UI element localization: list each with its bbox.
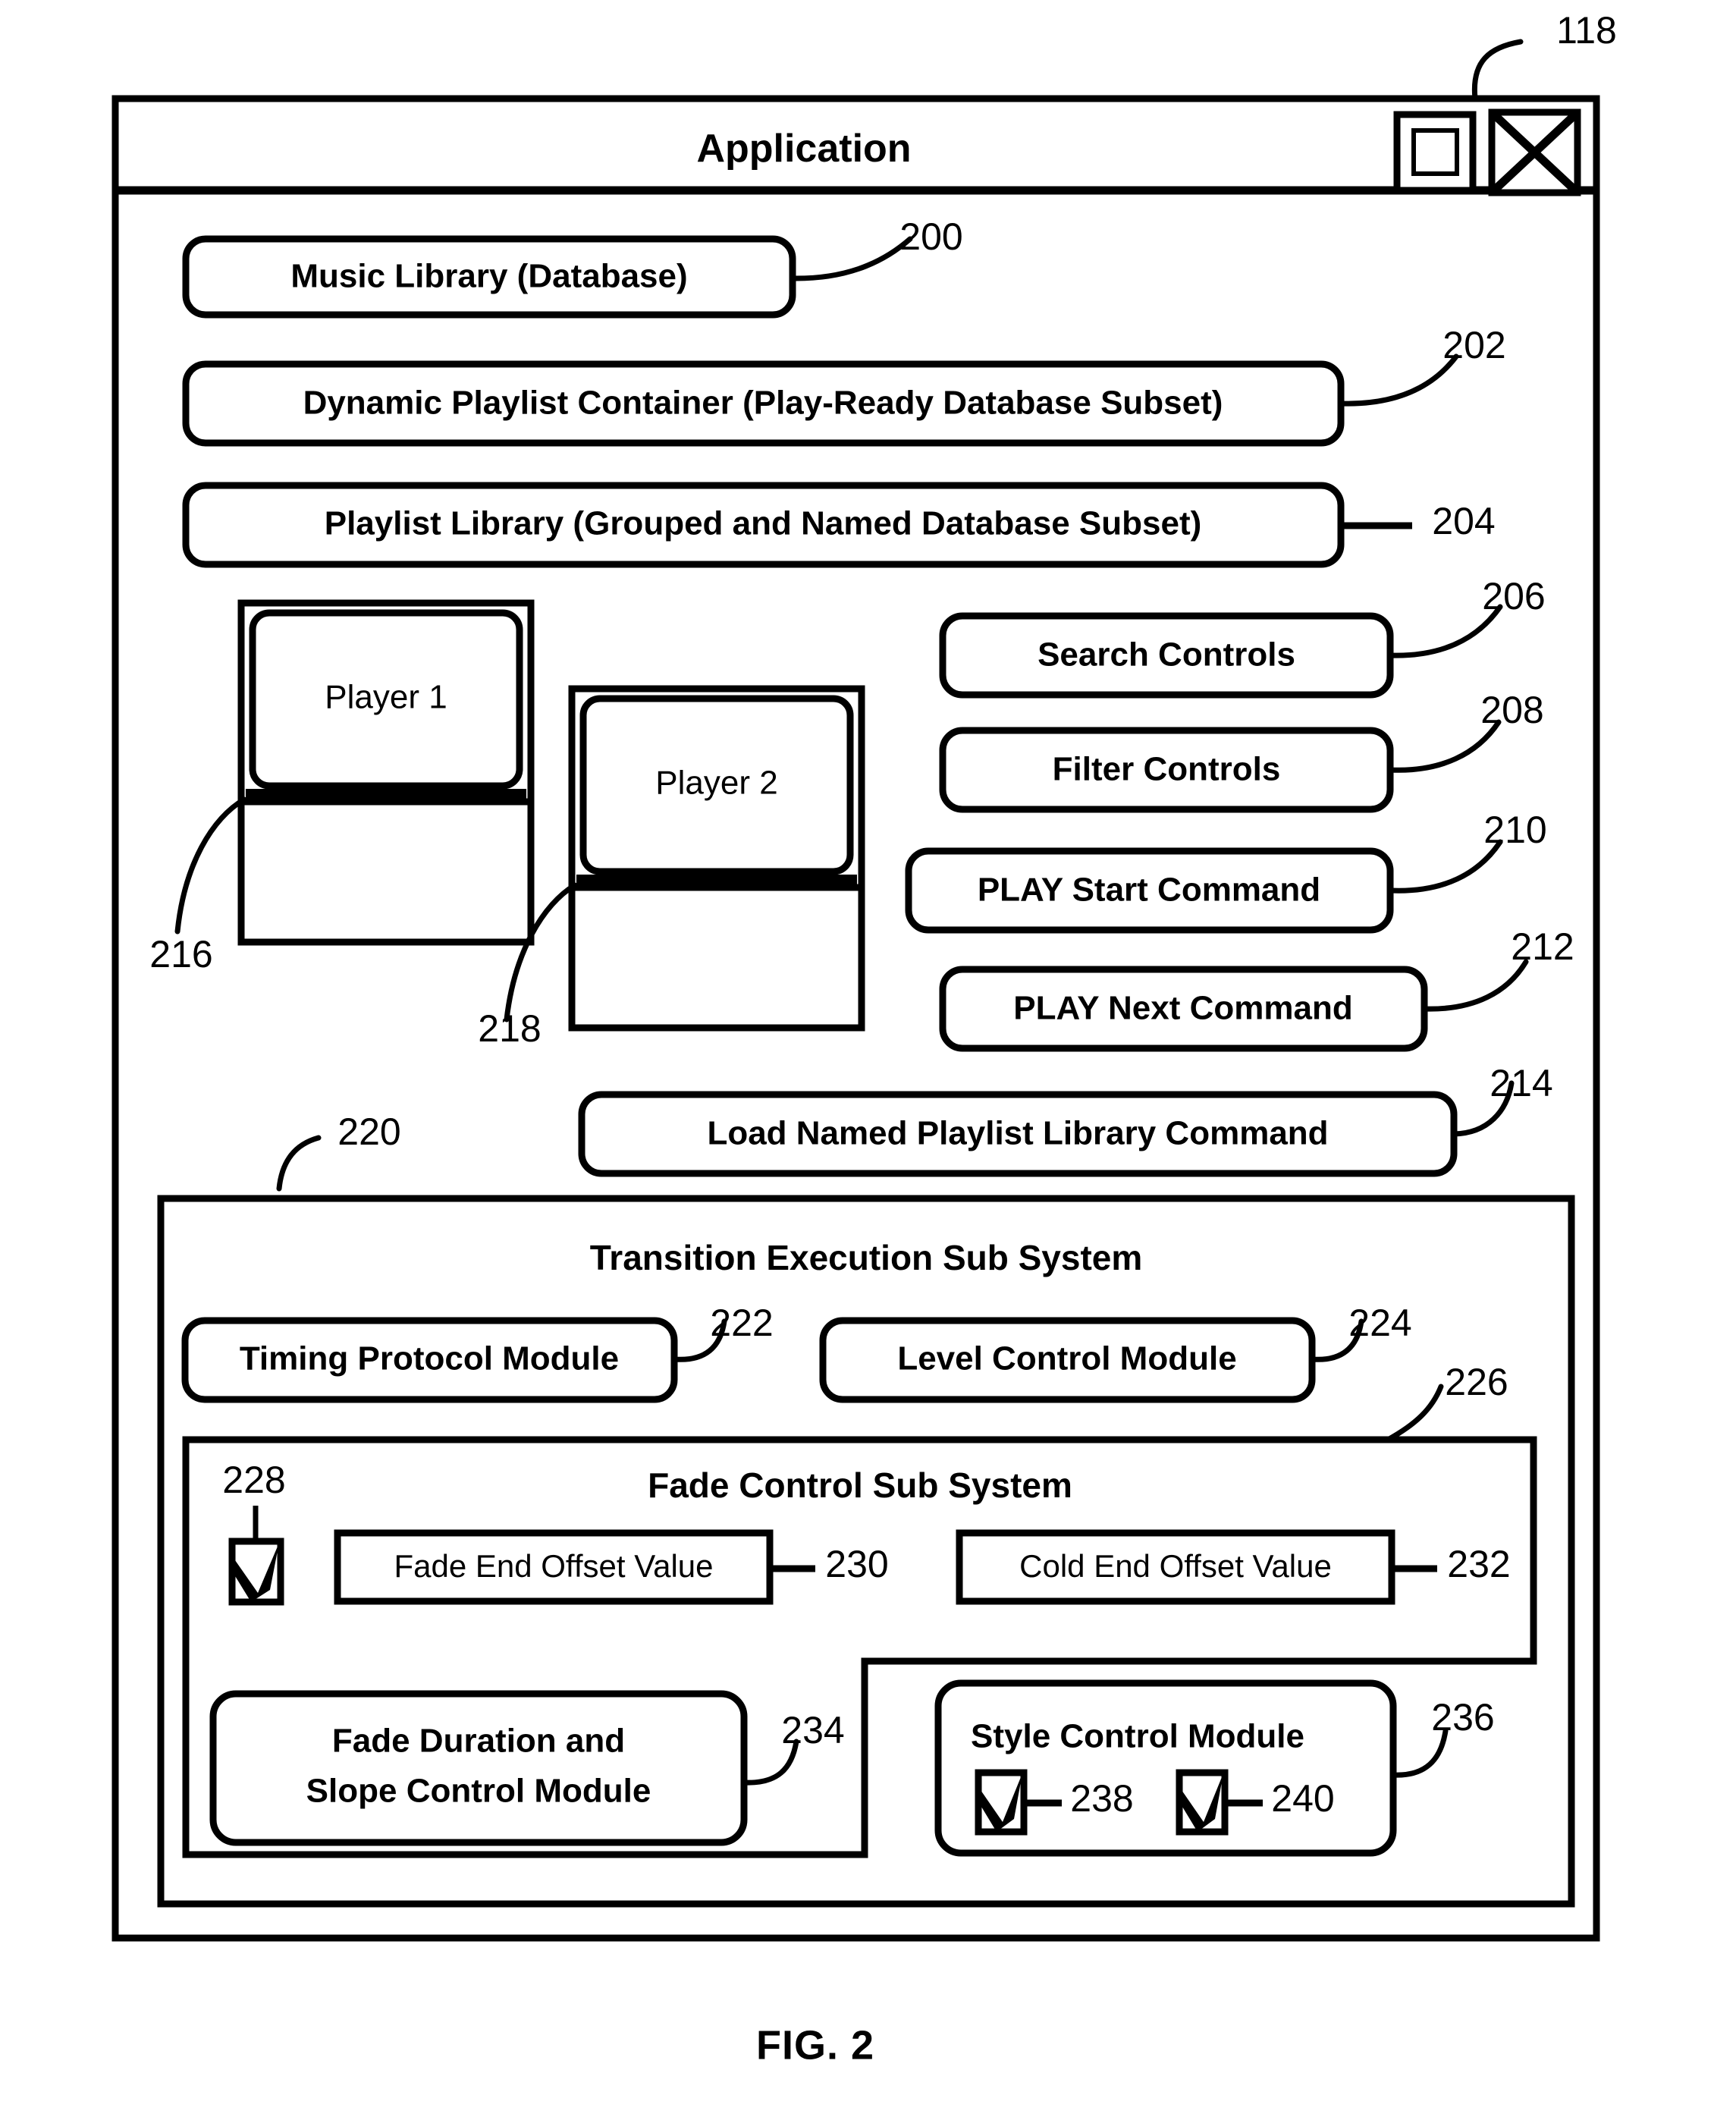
ref-236-label: 236 [1431,1696,1494,1739]
ref-234-label: 234 [781,1709,844,1751]
ref-200-label: 200 [899,215,962,258]
fade-duration-slope-module-box[interactable] [209,1690,748,1846]
player-2-label: Player 2 [655,765,777,802]
ref-230-label: 230 [825,1543,888,1585]
ref-220-label: 220 [337,1110,400,1153]
block-playlist-library[interactable]: Playlist Library (Grouped and Named Data… [182,482,1496,568]
ref-232-label: 232 [1447,1543,1510,1585]
music-library-label: Music Library (Database) [290,258,687,295]
level-control-module-label: Level Control Module [897,1340,1236,1377]
ref-224-label: 224 [1348,1302,1411,1344]
fade-subsystem-title: Fade Control Sub System [648,1465,1072,1505]
ref-118-label: 118 [1556,9,1617,52]
ref-204-label: 204 [1432,500,1495,542]
window-title: Application [696,127,911,171]
cold-end-offset-value-label: Cold End Offset Value [1019,1548,1332,1584]
figure-caption: FIG. 2 [756,2022,874,2068]
ref-214-label: 214 [1490,1062,1552,1104]
transition-subsystem-title: Transition Execution Sub System [590,1238,1143,1277]
ref-222-label: 222 [710,1302,773,1344]
figure-canvas: Application 118 Music Library (Database)… [111,9,1617,2068]
playlist-library-label: Playlist Library (Grouped and Named Data… [325,505,1202,542]
player-1-control-frame [237,798,535,946]
filter-controls-label: Filter Controls [1053,751,1281,788]
play-next-command-label: PLAY Next Command [1013,990,1352,1027]
player-1-label: Player 1 [325,679,447,716]
fade-duration-slope-module-label-2: Slope Control Module [306,1773,651,1810]
ref-210-label: 210 [1483,809,1546,851]
ref-226-label: 226 [1445,1361,1508,1403]
fade-duration-slope-module-label-1: Fade Duration and [332,1723,625,1760]
player-2-control-frame [568,884,865,1032]
maximize-button-frame[interactable] [1393,111,1477,194]
ref-208-label: 208 [1480,689,1543,731]
ref-216-label: 216 [149,933,212,975]
timing-protocol-module-label: Timing Protocol Module [240,1340,619,1377]
ref-228-label: 228 [222,1459,285,1501]
ref-238-label: 238 [1070,1777,1133,1820]
ref-218-label: 218 [478,1007,541,1050]
dynamic-playlist-label: Dynamic Playlist Container (Play-Ready D… [303,385,1223,422]
window-title-text: Application [696,127,911,171]
ref-212-label: 212 [1511,925,1574,968]
ref-240-label: 240 [1271,1777,1334,1820]
maximize-button[interactable] [1393,111,1477,194]
ref-202-label: 202 [1442,324,1505,366]
ref-118-leader: 118 [1471,9,1617,102]
search-controls-label: Search Controls [1038,636,1295,674]
close-button[interactable] [1488,108,1581,196]
load-named-playlist-label: Load Named Playlist Library Command [707,1115,1328,1152]
fade-end-offset-value-label: Fade End Offset Value [394,1548,713,1584]
patent-figure-page: Application 118 Music Library (Database)… [0,0,1736,2114]
style-control-module-label: Style Control Module [971,1718,1304,1755]
ref-206-label: 206 [1482,575,1545,617]
play-start-command-label: PLAY Start Command [978,872,1320,909]
